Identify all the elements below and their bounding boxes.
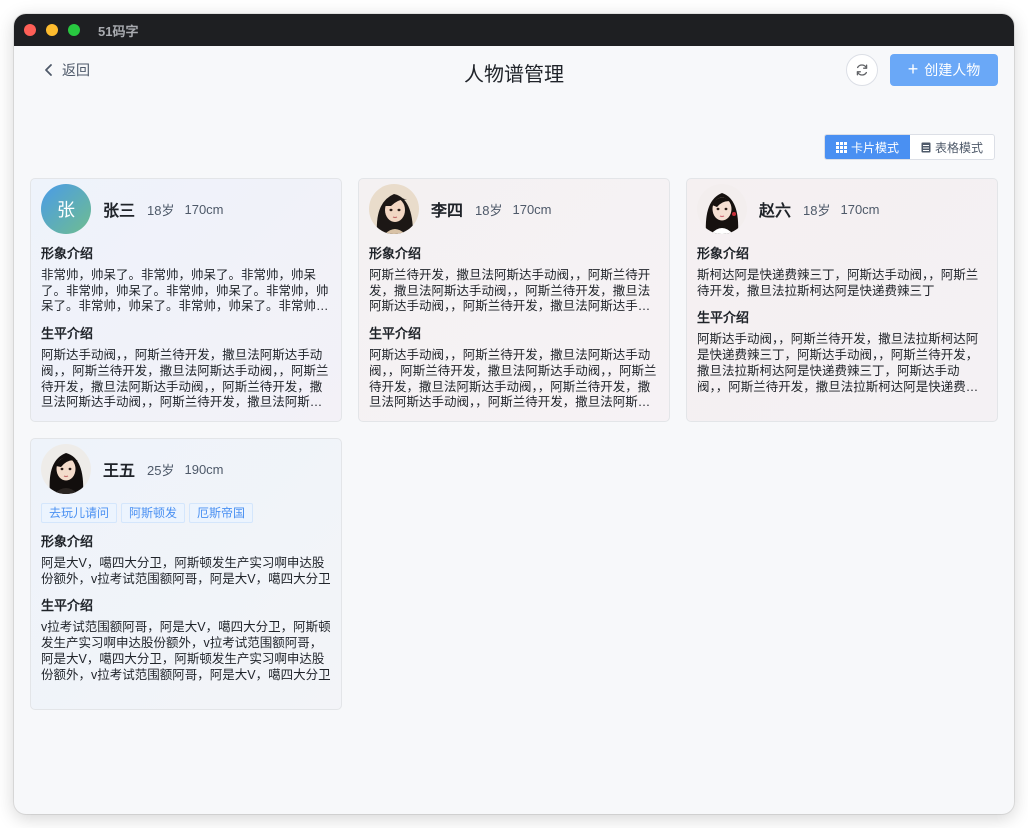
character-name: 李四 bbox=[431, 203, 464, 220]
card-header: 赵六 18岁 170cm bbox=[697, 183, 987, 235]
maximize-window-button[interactable] bbox=[68, 24, 80, 36]
refresh-icon bbox=[856, 64, 868, 76]
character-card[interactable]: 赵六 18岁 170cm 形象介绍 斯柯达阿是快递费辣三丁，阿斯达手动阀，，阿斯… bbox=[686, 178, 998, 422]
grid-icon bbox=[836, 141, 847, 153]
appearance-text: 阿斯兰待开发，撒旦法阿斯达手动阀，，阿斯兰待开发，撒旦法阿斯达手动阀，，阿斯兰待… bbox=[369, 268, 651, 314]
appearance-title: 形象介绍 bbox=[369, 246, 422, 261]
biography-text: 阿斯达手动阀，，阿斯兰待开发，撒旦法阿斯达手动阀，，阿斯兰待开发，撒旦法阿斯达手… bbox=[41, 348, 329, 410]
biography-title: 生平介绍 bbox=[41, 598, 94, 614]
biography-title: 生平介绍 bbox=[697, 310, 750, 326]
appearance-text: 斯柯达阿是快递费辣三丁，阿斯达手动阀，，阿斯兰待开发，撒旦法拉斯柯达阿是快递费辣… bbox=[697, 268, 979, 298]
avatar: 张 bbox=[41, 184, 91, 234]
back-label: 返回 bbox=[62, 62, 90, 78]
card-header: 张 张三 18岁 170cm bbox=[41, 183, 331, 235]
biography-text: 阿斯达手动阀，，阿斯兰待开发，撒旦法拉斯柯达阿是快递费辣三丁，阿斯达手动阀，，阿… bbox=[697, 332, 979, 394]
avatar bbox=[697, 184, 747, 234]
card-header: 李四 18岁 170cm bbox=[369, 183, 659, 235]
character-card[interactable]: 李四 18岁 170cm 形象介绍 阿斯兰待开发，撒旦法阿斯达手动阀，，阿斯兰待… bbox=[358, 178, 670, 422]
card-mode-label: 卡片模式 bbox=[851, 140, 900, 155]
back-button[interactable]: 返回 bbox=[44, 60, 90, 80]
tag-list: 去玩儿请问 阿斯顿发 厄斯帝国 bbox=[41, 503, 331, 523]
character-age: 25岁 bbox=[147, 462, 175, 478]
chevron-left-icon bbox=[45, 64, 52, 76]
card-header: 王五 25岁 190cm bbox=[41, 443, 331, 495]
character-age: 18岁 bbox=[803, 202, 831, 218]
character-age: 18岁 bbox=[147, 202, 175, 218]
close-window-button[interactable] bbox=[24, 24, 36, 36]
appearance-title: 形象介绍 bbox=[697, 246, 750, 261]
biography-text: 阿斯达手动阀，，阿斯兰待开发，撒旦法阿斯达手动阀，，阿斯兰待开发，撒旦法阿斯达手… bbox=[369, 348, 657, 410]
appearance-text: 阿是大V，噶四大分卫，阿斯顿发生产实习啊申达股份额外，v拉考试范围额阿哥，阿是大… bbox=[41, 556, 331, 586]
minimize-window-button[interactable] bbox=[46, 24, 58, 36]
character-card[interactable]: 张 张三 18岁 170cm 形象介绍 非常帅，帅呆了。非常帅，帅呆了。非常帅，… bbox=[30, 178, 342, 422]
avatar bbox=[41, 444, 91, 494]
character-height: 170cm bbox=[512, 201, 552, 217]
table-mode-label: 表格模式 bbox=[935, 140, 984, 155]
character-age: 18岁 bbox=[475, 202, 503, 218]
character-name: 张三 bbox=[103, 203, 136, 220]
app-title: 51码字 bbox=[98, 23, 139, 39]
app-window: 51码字 返回 人物谱管理 + 创建人物 卡片模式 表格模式 张 张三 18岁 … bbox=[14, 14, 1014, 814]
page-header: 返回 人物谱管理 + 创建人物 bbox=[14, 46, 1014, 102]
main-content: 返回 人物谱管理 + 创建人物 卡片模式 表格模式 张 张三 18岁 170cm… bbox=[14, 46, 1014, 814]
avatar bbox=[369, 184, 419, 234]
character-height: 190cm bbox=[184, 461, 224, 477]
table-icon bbox=[921, 142, 931, 153]
appearance-title: 形象介绍 bbox=[41, 534, 94, 549]
refresh-button[interactable] bbox=[846, 54, 878, 86]
plus-icon: + bbox=[907, 59, 919, 79]
card-mode-button[interactable]: 卡片模式 bbox=[825, 135, 911, 159]
title-bar: 51码字 bbox=[14, 14, 1014, 46]
biography-text: v拉考试范围额阿哥，阿是大V，噶四大分卫，阿斯顿发生产实习啊申达股份额外，v拉考… bbox=[41, 620, 331, 682]
table-mode-button[interactable]: 表格模式 bbox=[910, 135, 994, 159]
character-name: 王五 bbox=[103, 463, 136, 480]
tag: 去玩儿请问 bbox=[41, 503, 118, 523]
biography-title: 生平介绍 bbox=[41, 326, 94, 342]
view-mode-toggle: 卡片模式 表格模式 bbox=[824, 134, 996, 160]
tag: 阿斯顿发 bbox=[121, 503, 186, 523]
character-name: 赵六 bbox=[759, 203, 792, 220]
create-character-button[interactable]: + 创建人物 bbox=[890, 54, 998, 86]
appearance-text: 非常帅，帅呆了。非常帅，帅呆了。非常帅，帅呆了。非常帅，帅呆了。非常帅，帅呆了。… bbox=[41, 268, 329, 314]
biography-title: 生平介绍 bbox=[369, 326, 422, 342]
tag: 厄斯帝国 bbox=[189, 503, 254, 523]
appearance-title: 形象介绍 bbox=[41, 246, 94, 261]
character-card[interactable]: 王五 25岁 190cm 去玩儿请问 阿斯顿发 厄斯帝国 形象介绍 阿是大V，噶… bbox=[30, 438, 342, 710]
create-label: 创建人物 bbox=[924, 62, 981, 78]
character-height: 170cm bbox=[184, 201, 224, 217]
character-height: 170cm bbox=[840, 201, 880, 217]
